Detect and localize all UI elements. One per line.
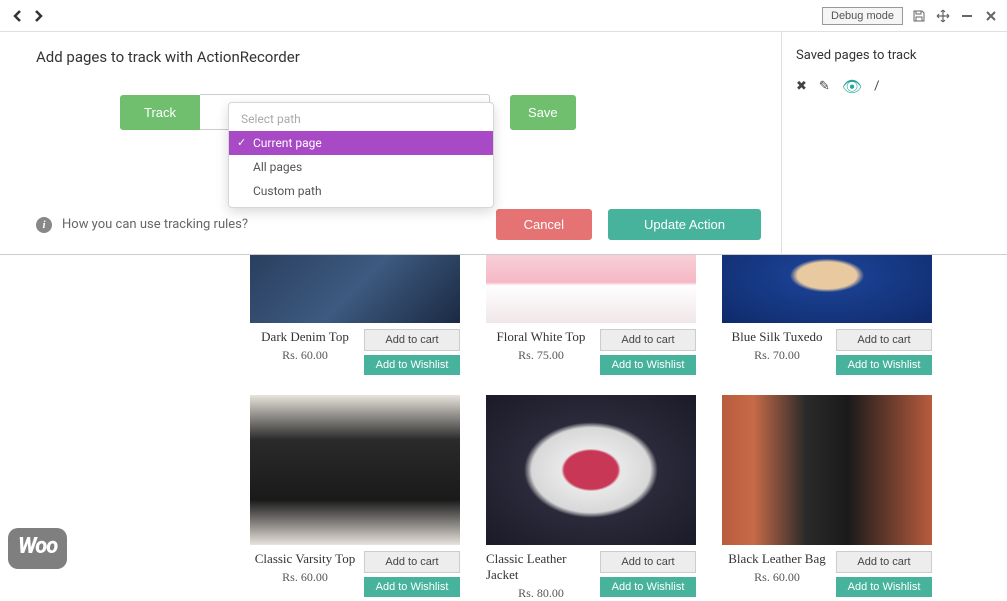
product-card: Floral White Top Rs. 75.00 Add to cart A… <box>486 255 696 375</box>
track-button[interactable]: Track <box>120 95 200 130</box>
product-card: Classic Leather Jacket Rs. 80.00 Add to … <box>486 395 696 601</box>
info-icon: i <box>36 217 52 233</box>
product-price: Rs. 70.00 <box>754 348 800 363</box>
saved-title: Saved pages to track <box>796 48 993 63</box>
save-disk-icon[interactable] <box>911 8 927 24</box>
product-buttons: Add to cart Add to Wishlist <box>364 551 460 597</box>
delete-icon[interactable]: ✖ <box>796 79 807 94</box>
product-image[interactable] <box>722 255 932 323</box>
product-info: Classic Varsity Top Rs. 60.00 Add to car… <box>250 551 460 597</box>
add-to-wishlist-button[interactable]: Add to Wishlist <box>600 355 696 375</box>
product-buttons: Add to cart Add to Wishlist <box>600 329 696 375</box>
product-image[interactable] <box>486 255 696 323</box>
add-to-cart-button[interactable]: Add to cart <box>364 329 460 351</box>
debug-mode-button[interactable]: Debug mode <box>822 7 903 25</box>
add-to-cart-button[interactable]: Add to cart <box>600 329 696 351</box>
help-text: i How you can use tracking rules? <box>36 217 248 233</box>
product-info: Dark Denim Top Rs. 60.00 Add to cart Add… <box>250 329 460 375</box>
nav-back-button[interactable] <box>8 7 26 25</box>
product-text: Classic Varsity Top Rs. 60.00 <box>250 551 360 597</box>
action-buttons: Cancel Update Action <box>496 209 761 240</box>
top-toolbar: Debug mode <box>0 0 1007 32</box>
product-price: Rs. 80.00 <box>518 586 564 601</box>
toolbar-nav <box>8 7 48 25</box>
add-to-cart-button[interactable]: Add to cart <box>836 551 932 573</box>
product-text: Blue Silk Tuxedo Rs. 70.00 <box>722 329 832 375</box>
product-buttons: Add to cart Add to Wishlist <box>836 329 932 375</box>
path-dropdown: Select path Current page All pages Custo… <box>228 102 494 208</box>
product-info: Blue Silk Tuxedo Rs. 70.00 Add to cart A… <box>722 329 932 375</box>
products-area: Dark Denim Top Rs. 60.00 Add to cart Add… <box>0 254 1007 601</box>
help-row: i How you can use tracking rules? Cancel… <box>36 209 761 240</box>
product-image[interactable] <box>250 395 460 545</box>
product-info: Black Leather Bag Rs. 60.00 Add to cart … <box>722 551 932 597</box>
product-text: Classic Leather Jacket Rs. 80.00 <box>486 551 596 601</box>
save-button[interactable]: Save <box>510 95 576 130</box>
move-icon[interactable] <box>935 8 951 24</box>
product-name[interactable]: Dark Denim Top <box>261 329 349 345</box>
product-text: Dark Denim Top Rs. 60.00 <box>250 329 360 375</box>
saved-panel: Saved pages to track ✖ ✎ 👁 / <box>782 32 1007 254</box>
product-price: Rs. 60.00 <box>282 570 328 585</box>
toolbar-actions: Debug mode <box>822 7 999 25</box>
add-to-wishlist-button[interactable]: Add to Wishlist <box>836 577 932 597</box>
product-name[interactable]: Black Leather Bag <box>728 551 825 567</box>
product-buttons: Add to cart Add to Wishlist <box>836 551 932 597</box>
main-config-area: Add pages to track with ActionRecorder T… <box>0 32 1007 254</box>
config-title: Add pages to track with ActionRecorder <box>36 48 761 66</box>
cancel-button[interactable]: Cancel <box>496 209 592 240</box>
help-label[interactable]: How you can use tracking rules? <box>62 217 248 232</box>
minimize-icon[interactable] <box>959 8 975 24</box>
product-price: Rs. 60.00 <box>282 348 328 363</box>
product-name[interactable]: Blue Silk Tuxedo <box>731 329 822 345</box>
update-action-button[interactable]: Update Action <box>608 209 761 240</box>
product-image[interactable] <box>722 395 932 545</box>
visibility-icon[interactable]: 👁 <box>842 77 862 96</box>
product-card: Dark Denim Top Rs. 60.00 Add to cart Add… <box>250 255 460 375</box>
product-buttons: Add to cart Add to Wishlist <box>600 551 696 601</box>
product-card: Classic Varsity Top Rs. 60.00 Add to car… <box>250 395 460 601</box>
woo-logo: Woo <box>8 528 67 569</box>
product-text: Floral White Top Rs. 75.00 <box>486 329 596 375</box>
product-price: Rs. 60.00 <box>754 570 800 585</box>
product-info: Floral White Top Rs. 75.00 Add to cart A… <box>486 329 696 375</box>
products-grid: Dark Denim Top Rs. 60.00 Add to cart Add… <box>250 255 1007 601</box>
product-buttons: Add to cart Add to Wishlist <box>364 329 460 375</box>
product-text: Black Leather Bag Rs. 60.00 <box>722 551 832 597</box>
edit-icon[interactable]: ✎ <box>819 79 830 94</box>
product-price: Rs. 75.00 <box>518 348 564 363</box>
add-to-cart-button[interactable]: Add to cart <box>364 551 460 573</box>
product-card: Blue Silk Tuxedo Rs. 70.00 Add to cart A… <box>722 255 932 375</box>
product-info: Classic Leather Jacket Rs. 80.00 Add to … <box>486 551 696 601</box>
add-to-cart-button[interactable]: Add to cart <box>836 329 932 351</box>
product-name[interactable]: Classic Varsity Top <box>255 551 355 567</box>
add-to-wishlist-button[interactable]: Add to Wishlist <box>364 577 460 597</box>
dropdown-option-current[interactable]: Current page <box>229 131 493 155</box>
add-to-wishlist-button[interactable]: Add to Wishlist <box>364 355 460 375</box>
product-name[interactable]: Classic Leather Jacket <box>486 551 596 583</box>
product-image[interactable] <box>250 255 460 323</box>
product-card: Black Leather Bag Rs. 60.00 Add to cart … <box>722 395 932 601</box>
nav-forward-button[interactable] <box>30 7 48 25</box>
dropdown-option-all[interactable]: All pages <box>229 155 493 179</box>
add-to-cart-button[interactable]: Add to cart <box>600 551 696 573</box>
add-to-wishlist-button[interactable]: Add to Wishlist <box>836 355 932 375</box>
dropdown-placeholder: Select path <box>229 107 493 131</box>
add-to-wishlist-button[interactable]: Add to Wishlist <box>600 577 696 597</box>
saved-path: / <box>874 79 879 94</box>
product-image[interactable] <box>486 395 696 545</box>
close-icon[interactable] <box>983 8 999 24</box>
dropdown-option-custom[interactable]: Custom path <box>229 179 493 203</box>
saved-page-row: ✖ ✎ 👁 / <box>796 77 993 96</box>
product-name[interactable]: Floral White Top <box>497 329 586 345</box>
